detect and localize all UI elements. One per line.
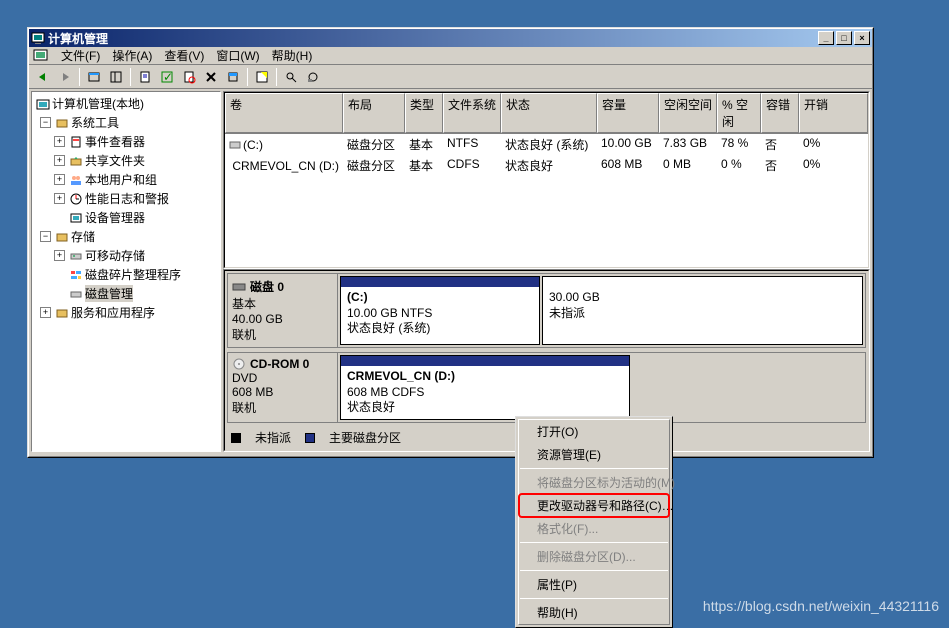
expander-icon[interactable]: − — [40, 117, 51, 128]
menu-help[interactable]: 帮助(H) — [266, 45, 319, 66]
volumes-list[interactable]: 卷 布局 类型 文件系统 状态 容量 空闲空间 % 空闲 容错 开销 (C:) … — [223, 91, 870, 269]
disk-row-0: 磁盘 0 基本 40.00 GB 联机 (C:)10.00 GB NTFS状态良… — [227, 273, 866, 348]
app-icon — [31, 31, 45, 45]
tree-removable[interactable]: 可移动存储 — [85, 247, 145, 264]
delete-button[interactable] — [201, 67, 221, 87]
panel-button[interactable] — [106, 67, 126, 87]
toolbar: ✓ — [29, 65, 872, 89]
context-menu: 打开(O) 资源管理(E) 将磁盘分区标为活动的(M) 更改驱动器号和路径(C)… — [515, 416, 673, 628]
cm-mark-active: 将磁盘分区标为活动的(M) — [519, 471, 669, 494]
tree-sys-tools[interactable]: 系统工具 — [71, 114, 119, 131]
tree-perf[interactable]: 性能日志和警报 — [85, 190, 169, 207]
cm-open[interactable]: 打开(O) — [519, 420, 669, 443]
help-button[interactable] — [252, 67, 272, 87]
volume-row[interactable]: (C:) 磁盘分区 基本 NTFS 状态良好 (系统) 10.00 GB 7.8… — [225, 134, 868, 155]
rescan-button[interactable] — [303, 67, 323, 87]
cm-change-path[interactable]: 更改驱动器号和路径(C)… — [519, 494, 669, 517]
menu-view[interactable]: 查看(V) — [158, 45, 210, 66]
partition-d[interactable]: CRMEVOL_CN (D:)608 MB CDFS状态良好 — [340, 355, 630, 420]
cm-explore[interactable]: 资源管理(E) — [519, 443, 669, 466]
properties-button[interactable] — [135, 67, 155, 87]
columns-header: 卷 布局 类型 文件系统 状态 容量 空闲空间 % 空闲 容错 开销 — [225, 93, 868, 134]
cm-help[interactable]: 帮助(H) — [519, 601, 669, 624]
svg-text:✓: ✓ — [163, 70, 173, 84]
refresh-button[interactable]: ✓ — [157, 67, 177, 87]
tree-users[interactable]: 本地用户和组 — [85, 171, 157, 188]
cm-delete: 删除磁盘分区(D)... — [519, 545, 669, 568]
back-button[interactable] — [33, 67, 53, 87]
settings-button[interactable] — [223, 67, 243, 87]
cm-format: 格式化(F)... — [519, 517, 669, 540]
tree-panel[interactable]: 计算机管理(本地) −系统工具 +事件查看器 +共享文件夹 +本地用户和组 +性… — [31, 91, 221, 452]
export-button[interactable] — [179, 67, 199, 87]
window-title: 计算机管理 — [48, 30, 818, 47]
tree-defrag[interactable]: 磁盘碎片整理程序 — [85, 266, 181, 283]
volume-row[interactable]: CRMEVOL_CN (D:) 磁盘分区 基本 CDFS 状态良好 608 MB… — [225, 155, 868, 176]
partition-c[interactable]: (C:)10.00 GB NTFS状态良好 (系统) — [340, 276, 540, 345]
find-button[interactable] — [281, 67, 301, 87]
tree-services[interactable]: 服务和应用程序 — [71, 304, 155, 321]
menu-file[interactable]: 文件(F) — [55, 45, 106, 66]
watermark: https://blog.csdn.net/weixin_44321116 — [703, 598, 939, 614]
tree-root[interactable]: 计算机管理(本地) — [34, 94, 218, 113]
maximize-button[interactable]: □ — [836, 31, 852, 45]
minimize-button[interactable]: _ — [818, 31, 834, 45]
mmc-icon — [33, 48, 49, 64]
tree-shared[interactable]: 共享文件夹 — [85, 152, 145, 169]
cm-props[interactable]: 属性(P) — [519, 573, 669, 596]
close-button[interactable]: × — [854, 31, 870, 45]
forward-button[interactable] — [55, 67, 75, 87]
tree-device[interactable]: 设备管理器 — [85, 209, 145, 226]
tree-storage[interactable]: 存储 — [71, 228, 95, 245]
tree-event[interactable]: 事件查看器 — [85, 133, 145, 150]
menu-window[interactable]: 窗口(W) — [210, 45, 265, 66]
disk-row-cd: CD-ROM 0 DVD 608 MB 联机 CRMEVOL_CN (D:)60… — [227, 352, 866, 423]
menubar: 文件(F) 操作(A) 查看(V) 窗口(W) 帮助(H) — [29, 47, 872, 65]
computer-management-window: 计算机管理 _ □ × 文件(F) 操作(A) 查看(V) 窗口(W) 帮助(H… — [27, 27, 874, 458]
partition-unallocated[interactable]: 30.00 GB未指派 — [542, 276, 863, 345]
menu-action[interactable]: 操作(A) — [106, 45, 158, 66]
tree-diskmgmt[interactable]: 磁盘管理 — [85, 285, 133, 302]
up-button[interactable] — [84, 67, 104, 87]
